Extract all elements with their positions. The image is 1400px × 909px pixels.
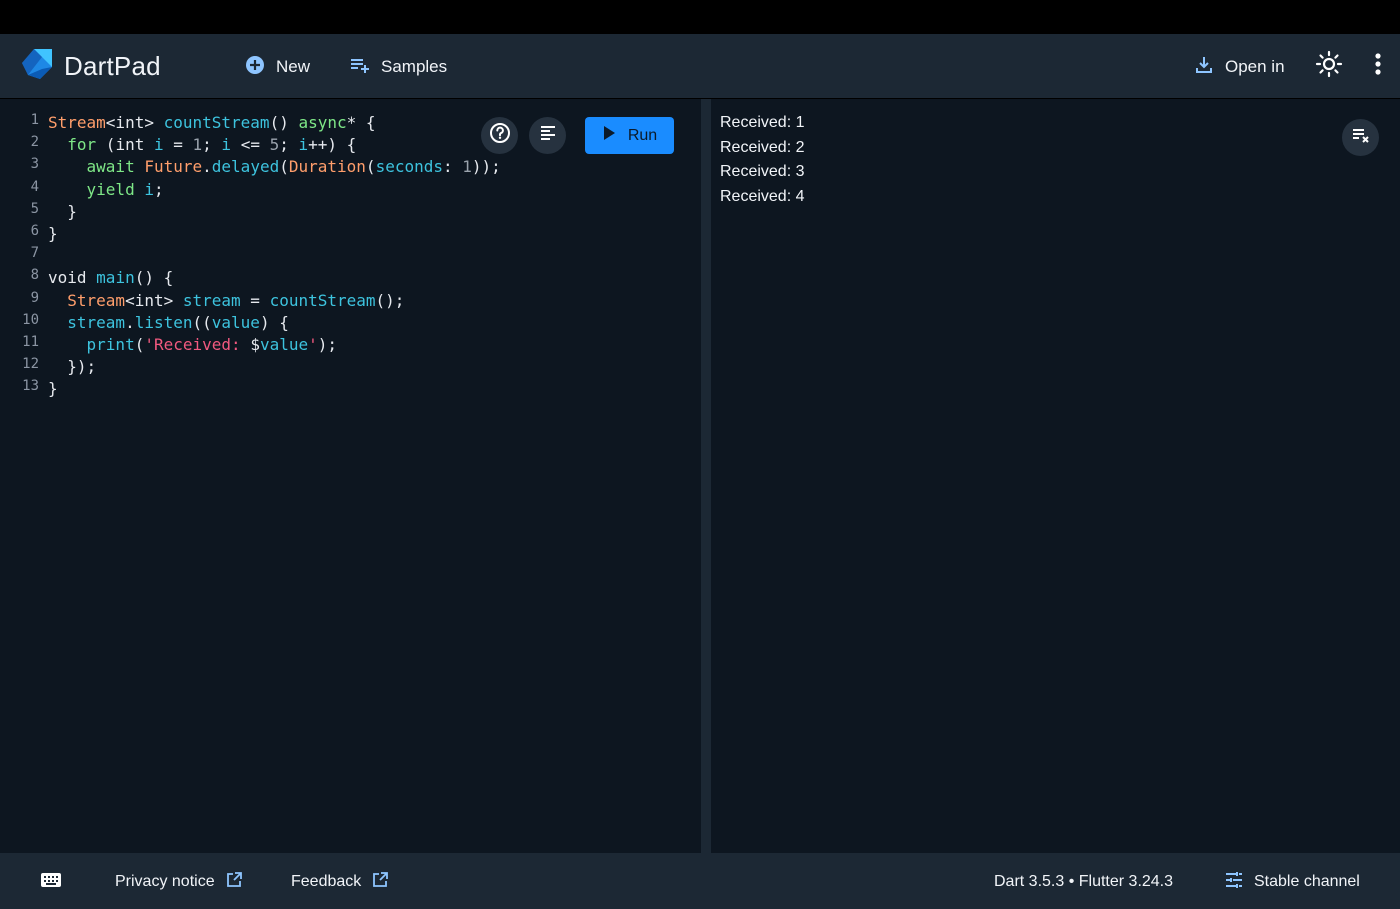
line-number: 3 (30, 156, 39, 173)
more-menu-button[interactable] (1360, 48, 1396, 84)
version-text: Dart 3.5.3 • Flutter 3.24.3 (994, 873, 1174, 890)
samples-button[interactable]: Samples (349, 52, 447, 82)
code-text: stream.listen((value) { (67, 312, 289, 332)
line-number: 2 (30, 134, 39, 151)
console-line: Received: 4 (720, 187, 805, 205)
run-label: Run (627, 126, 658, 144)
add-circle-icon (244, 54, 266, 81)
new-label: New (276, 57, 311, 76)
line-number: 8 (30, 267, 39, 284)
samples-label: Samples (381, 57, 448, 76)
privacy-notice-link[interactable]: Privacy notice (115, 871, 243, 893)
run-button[interactable]: Run (585, 117, 674, 154)
code-text: } (48, 223, 58, 243)
theme-toggle-button[interactable] (1311, 48, 1347, 84)
footer-bar: Privacy notice Feedback Dart 3.5.3 • Flu… (0, 853, 1400, 909)
help-button[interactable] (481, 117, 518, 154)
line-number: 4 (30, 178, 39, 195)
app-bar: DartPad New Samples Open in (0, 34, 1400, 98)
sun-icon (1315, 50, 1343, 83)
line-number: 10 (22, 311, 39, 328)
code-text: await Future.delayed(Duration(seconds: 1… (86, 157, 501, 177)
code-text: Stream<int> stream = countStream(); (67, 290, 405, 310)
code-editor[interactable]: 1 Stream<int> countStream() async* { 2 fo… (10, 99, 701, 853)
console-lines: Received: 1 Received: 2 Received: 3 Rece… (720, 111, 805, 209)
open-in-label: Open in (1225, 57, 1285, 76)
code-text: yield i; (86, 179, 164, 199)
code-text: print('Received: $value'); (86, 334, 338, 354)
code-text: } (48, 379, 58, 399)
line-number: 12 (22, 356, 39, 373)
line-number: 13 (22, 378, 39, 395)
console-line: Received: 1 (720, 114, 805, 131)
editor-gutter-margin (0, 99, 10, 853)
line-number: 6 (30, 222, 39, 239)
code-text: void main() { (48, 268, 174, 288)
more-vert-icon (1374, 52, 1382, 81)
clear-console-button[interactable] (1342, 119, 1379, 156)
privacy-label: Privacy notice (115, 873, 215, 890)
window-top-bar (0, 0, 1400, 34)
line-number: 1 (30, 112, 39, 128)
dart-logo-icon (18, 45, 56, 88)
console-line: Received: 3 (720, 163, 805, 180)
line-number: 5 (30, 200, 39, 217)
keyboard-icon (40, 872, 62, 893)
open-in-new-icon (371, 871, 389, 894)
format-align-left-icon (539, 124, 557, 147)
code-text: } (48, 201, 77, 221)
console-line: Received: 2 (720, 138, 805, 156)
version-info: Dart 3.5.3 • Flutter 3.24.3 (994, 871, 1173, 893)
open-in-new-icon (225, 871, 243, 894)
help-icon (489, 122, 511, 149)
format-button[interactable] (529, 117, 566, 154)
code-text: }); (48, 357, 97, 377)
new-button[interactable]: New (244, 52, 310, 82)
line-number: 9 (30, 289, 39, 306)
code-text: Stream<int> countStream() async* { (48, 113, 376, 132)
brand[interactable]: DartPad (18, 47, 161, 85)
play-icon (602, 125, 616, 146)
download-icon (1193, 54, 1215, 81)
open-in-button[interactable]: Open in (1193, 52, 1285, 82)
code-text: for (int i = 1; i <= 5; i++) { (67, 135, 357, 155)
clear-all-icon (1351, 125, 1371, 150)
keyboard-shortcuts-button[interactable] (40, 871, 62, 893)
tune-icon (1224, 870, 1244, 895)
split-divider[interactable] (701, 99, 711, 853)
playlist-add-icon (349, 54, 371, 81)
channel-label: Stable channel (1254, 873, 1360, 890)
line-number: 7 (30, 245, 39, 262)
line-number: 11 (22, 333, 39, 350)
channel-selector[interactable]: Stable channel (1224, 871, 1360, 893)
feedback-link[interactable]: Feedback (291, 871, 389, 893)
app-title: DartPad (64, 50, 161, 81)
feedback-label: Feedback (291, 873, 362, 890)
console-output: Received: 1 Received: 2 Received: 3 Rece… (711, 99, 1400, 853)
